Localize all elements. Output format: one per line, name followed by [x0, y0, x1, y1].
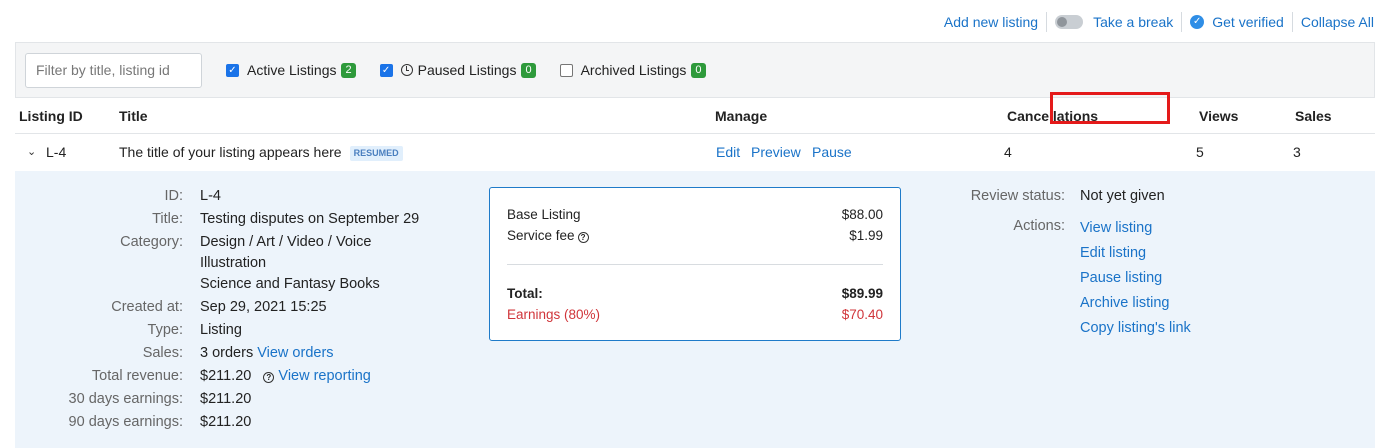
revenue-label: Total revenue: — [91, 368, 183, 384]
active-count-badge: 2 — [341, 62, 356, 78]
checkbox-checked-icon: ✓ — [226, 63, 239, 77]
row-title: The title of your listing appears here — [119, 144, 342, 160]
sales-value-group: 3 orders View orders — [200, 345, 334, 361]
created-value: Sep 29, 2021 15:25 — [200, 299, 327, 315]
type-label: Type: — [147, 322, 183, 338]
row-listing-id: L-4 — [46, 144, 67, 160]
view-reporting-link[interactable]: View reporting — [278, 368, 370, 384]
pricing-summary-box: Base Listing $88.00 Service fee? $1.99 T… — [489, 187, 901, 341]
earnings-30-value: $211.20 — [200, 391, 252, 407]
category-line-1: Design / Art / Video / Voice — [200, 234, 372, 250]
active-listings-label: Active Listings — [247, 62, 337, 78]
pause-listing-link[interactable]: Pause listing — [1080, 270, 1162, 286]
pause-listing-highlight — [1050, 92, 1170, 124]
top-action-bar: Add new listing Take a break ✓ Get verif… — [936, 12, 1374, 32]
verified-check-icon: ✓ — [1190, 15, 1205, 29]
column-header-listing-id[interactable]: Listing ID — [19, 98, 83, 134]
divider — [507, 264, 883, 265]
sales-value: 3 orders — [200, 345, 254, 361]
checkbox-unchecked-icon — [559, 63, 573, 77]
sales-label: Sales: — [142, 345, 183, 361]
help-icon[interactable]: ? — [577, 232, 589, 243]
base-listing-label: Base Listing — [507, 207, 581, 222]
row-views: 5 — [1196, 144, 1204, 160]
category-line-3: Science and Fantasy Books — [200, 276, 380, 292]
column-header-views[interactable]: Views — [1199, 98, 1238, 134]
archived-listings-checkbox[interactable]: Archived Listings 0 — [559, 62, 706, 78]
actions-label: Actions: — [1013, 218, 1065, 234]
id-label: ID: — [164, 188, 183, 204]
collapse-all-link[interactable]: Collapse All — [1301, 14, 1374, 30]
service-fee-label-group: Service fee? — [507, 228, 589, 243]
earnings-value: $70.40 — [841, 307, 883, 322]
total-label: Total: — [507, 286, 543, 301]
get-verified-link[interactable]: Get verified — [1212, 14, 1284, 30]
review-status-label: Review status: — [970, 188, 1065, 204]
pause-link[interactable]: Pause — [812, 134, 852, 170]
paused-listings-checkbox[interactable]: ✓ Paused Listings 0 — [379, 62, 536, 78]
earnings-90-value: $211.20 — [200, 414, 252, 430]
category-line-2: Illustration — [200, 255, 267, 271]
archived-listings-label: Archived Listings — [580, 62, 687, 78]
row-sales: 3 — [1293, 144, 1301, 160]
edit-listing-link[interactable]: Edit listing — [1080, 245, 1146, 261]
paused-count-badge: 0 — [521, 62, 536, 78]
total-value: $89.99 — [841, 286, 883, 301]
help-icon[interactable]: ? — [263, 372, 275, 383]
view-orders-link[interactable]: View orders — [257, 345, 333, 361]
id-value: L-4 — [200, 188, 221, 204]
revenue-value-group: $211.20 ? View reporting — [200, 368, 371, 384]
earnings-label: Earnings (80%) — [507, 307, 601, 322]
filter-bar: ✓ Active Listings 2 ✓ Paused Listings 0 … — [15, 42, 1375, 98]
table-header: Listing ID Title Manage Cancellations Vi… — [15, 98, 1375, 134]
category-label: Category: — [120, 234, 183, 250]
title-label: Title: — [152, 211, 183, 227]
service-fee-label: Service fee — [507, 228, 575, 243]
take-a-break-link[interactable]: Take a break — [1093, 14, 1173, 30]
checkbox-checked-icon: ✓ — [379, 63, 393, 77]
preview-link[interactable]: Preview — [751, 134, 801, 170]
service-fee-value: $1.99 — [849, 228, 883, 243]
table-row: ⌄ L-4 The title of your listing appears … — [15, 134, 1375, 170]
title-value: Testing disputes on September 29 — [200, 211, 420, 227]
add-new-listing-link[interactable]: Add new listing — [944, 14, 1038, 30]
base-listing-value: $88.00 — [841, 207, 883, 222]
column-header-sales[interactable]: Sales — [1295, 98, 1332, 134]
paused-listings-label: Paused Listings — [417, 62, 517, 78]
column-header-manage: Manage — [715, 108, 768, 124]
clock-icon — [400, 64, 413, 76]
archived-count-badge: 0 — [691, 62, 706, 78]
row-cancellations: 4 — [1004, 144, 1012, 160]
chevron-down-icon[interactable]: ⌄ — [27, 134, 36, 170]
active-listings-checkbox[interactable]: ✓ Active Listings 2 — [226, 62, 356, 78]
view-listing-link[interactable]: View listing — [1080, 220, 1152, 236]
row-title-cell: The title of your listing appears here RE… — [119, 134, 403, 170]
edit-link[interactable]: Edit — [716, 134, 740, 170]
take-a-break-toggle[interactable] — [1055, 15, 1084, 29]
listing-details-panel: ID: L-4 Title: Testing disputes on Septe… — [15, 171, 1375, 448]
column-header-title[interactable]: Title — [119, 98, 148, 134]
status-badge: RESUMED — [349, 145, 403, 161]
earnings-30-label: 30 days earnings: — [68, 391, 183, 407]
archive-listing-link[interactable]: Archive listing — [1080, 295, 1169, 311]
copy-listing-link[interactable]: Copy listing's link — [1080, 320, 1191, 336]
revenue-value: $211.20 — [200, 368, 252, 384]
review-status-value: Not yet given — [1080, 188, 1165, 204]
earnings-90-label: 90 days earnings: — [68, 414, 183, 430]
type-value: Listing — [200, 322, 242, 338]
listing-filter-input[interactable] — [25, 52, 202, 88]
created-label: Created at: — [111, 299, 183, 315]
